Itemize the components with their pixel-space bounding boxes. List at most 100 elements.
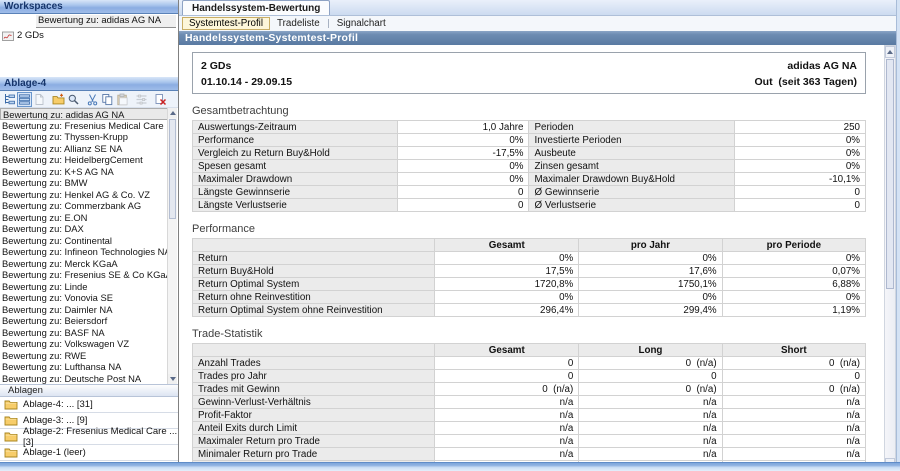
column-header-empty bbox=[193, 344, 435, 357]
stat-value: 0% bbox=[398, 173, 529, 186]
panel-title-bar: Handelssystem-Systemtest-Profil bbox=[179, 31, 900, 45]
stat-label: Return bbox=[193, 252, 435, 265]
subtab-tradeliste[interactable]: Tradeliste bbox=[270, 17, 327, 30]
stat-value: 1,19% bbox=[722, 304, 865, 317]
new-document-button[interactable] bbox=[32, 92, 47, 107]
stat-label: Performance bbox=[193, 134, 398, 147]
search-icon bbox=[67, 93, 80, 106]
ablagen-folder-list: Ablage-4: ... [31]Ablage-3: ... [9]Ablag… bbox=[0, 397, 178, 461]
workspaces-header: Workspaces bbox=[0, 0, 178, 14]
section-title-gesamtbetrachtung: Gesamtbetrachtung bbox=[192, 105, 866, 117]
stat-value: n/a bbox=[579, 448, 722, 461]
stat-value: 17,5% bbox=[435, 265, 579, 278]
list-item[interactable]: Bewertung zu: adidas AG NA bbox=[0, 108, 168, 120]
list-item[interactable]: Bewertung zu: Fresenius SE & Co KGaA bbox=[0, 269, 168, 281]
table-row: Trades mit Gewinn0 (n/a)0 (n/a)0 (n/a) bbox=[193, 383, 866, 396]
list-item[interactable]: Bewertung zu: RWE bbox=[0, 350, 168, 362]
subtab-systemtest-profil[interactable]: Systemtest-Profil bbox=[182, 17, 270, 30]
list-item[interactable]: Bewertung zu: Merck KGaA bbox=[0, 258, 168, 270]
list-item[interactable]: Bewertung zu: BASF NA bbox=[0, 327, 168, 339]
list-item[interactable]: Bewertung zu: Daimler NA bbox=[0, 304, 168, 316]
stat-label: Ø Gewinnserie bbox=[529, 186, 734, 199]
list-view-icon bbox=[18, 93, 31, 106]
stat-value: 0% bbox=[398, 134, 529, 147]
ablage-header: Ablage-4 bbox=[0, 77, 178, 91]
list-item[interactable]: Bewertung zu: DAX bbox=[0, 223, 168, 235]
list-item[interactable]: Bewertung zu: E.ON bbox=[0, 212, 168, 224]
arrow-up-icon bbox=[887, 50, 893, 54]
stat-value: 250 bbox=[734, 121, 865, 134]
table-row: Maximaler Drawdown0%Maximaler Drawdown B… bbox=[193, 173, 866, 186]
system-name: 2 GDs bbox=[201, 58, 292, 74]
main-scrollbar-thumb[interactable] bbox=[886, 59, 894, 289]
tab-strip: Handelssystem-Bewertung bbox=[179, 0, 900, 16]
table-row: Gewinn-Verlust-Verhältnisn/an/an/a bbox=[193, 396, 866, 409]
list-item[interactable]: Bewertung zu: Volkswagen VZ bbox=[0, 338, 168, 350]
stat-label: Maximaler Drawdown Buy&Hold bbox=[529, 173, 734, 186]
table-row: Anteil Exits durch Limitn/an/an/a bbox=[193, 422, 866, 435]
properties-button[interactable] bbox=[134, 92, 149, 107]
paste-button[interactable] bbox=[115, 92, 130, 107]
stat-value: 0 (n/a) bbox=[579, 357, 722, 370]
gesamtbetrachtung-table: Auswertungs-Zeitraum1,0 JahrePerioden250… bbox=[192, 120, 866, 212]
window-bottom-border bbox=[0, 462, 900, 471]
list-item[interactable]: Bewertung zu: Vonovia SE bbox=[0, 292, 168, 304]
table-row: Trades pro Jahr000 bbox=[193, 370, 866, 383]
workspace-item[interactable]: 2 GDs bbox=[2, 29, 178, 42]
list-scrollbar-thumb[interactable] bbox=[169, 119, 176, 219]
stat-value: n/a bbox=[579, 435, 722, 448]
table-row: Performance0%Investierte Perioden0% bbox=[193, 134, 866, 147]
list-view-button[interactable] bbox=[17, 92, 32, 107]
list-item[interactable]: Bewertung zu: Thyssen-Krupp bbox=[0, 131, 168, 143]
new-folder-button[interactable] bbox=[51, 92, 66, 107]
folder-row[interactable]: Ablage-4: ... [31] bbox=[0, 397, 178, 413]
list-item[interactable]: Bewertung zu: Beiersdorf bbox=[0, 315, 168, 327]
list-item[interactable]: Bewertung zu: HeidelbergCement bbox=[0, 154, 168, 166]
cut-button[interactable] bbox=[85, 92, 100, 107]
delete-button[interactable] bbox=[153, 92, 168, 107]
list-item[interactable]: Bewertung zu: Linde bbox=[0, 281, 168, 293]
stat-label: Längste Gewinnserie bbox=[193, 186, 398, 199]
table-row: Längste Verlustserie0Ø Verlustserie0 bbox=[193, 199, 866, 212]
subtab-signalchart[interactable]: Signalchart bbox=[330, 17, 393, 30]
list-item[interactable]: Bewertung zu: K+S AG NA bbox=[0, 166, 168, 178]
list-item[interactable]: Bewertung zu: Henkel AG & Co. VZ bbox=[0, 189, 168, 201]
list-item[interactable]: Bewertung zu: Deutsche Post NA bbox=[0, 373, 168, 385]
stat-value: 0 (n/a) bbox=[435, 383, 579, 396]
arrow-down-icon bbox=[170, 377, 176, 381]
stat-label: Längste Verlustserie bbox=[193, 199, 398, 212]
stat-value: n/a bbox=[579, 409, 722, 422]
list-item[interactable]: Bewertung zu: Fresenius Medical Care bbox=[0, 120, 168, 132]
list-scroll-down-button[interactable] bbox=[168, 374, 177, 384]
stat-value: 0% bbox=[435, 291, 579, 304]
table-row: Return0%0%0% bbox=[193, 252, 866, 265]
copy-button[interactable] bbox=[100, 92, 115, 107]
list-item[interactable]: Bewertung zu: Commerzbank AG bbox=[0, 200, 168, 212]
folder-label: Ablage-4: ... [31] bbox=[23, 399, 93, 410]
list-item[interactable]: Bewertung zu: Allianz SE NA bbox=[0, 143, 168, 155]
list-item[interactable]: Bewertung zu: BMW bbox=[0, 177, 168, 189]
stat-value: 1,0 Jahre bbox=[398, 121, 529, 134]
column-header: Gesamt bbox=[435, 239, 579, 252]
search-button[interactable] bbox=[66, 92, 81, 107]
list-item[interactable]: Bewertung zu: Lufthansa NA bbox=[0, 361, 168, 373]
list-item[interactable]: Bewertung zu: Infineon Technologies NA bbox=[0, 246, 168, 258]
stat-label: Anteil Exits durch Limit bbox=[193, 422, 435, 435]
main-scrollbar[interactable] bbox=[884, 45, 896, 471]
summary-right: adidas AG NA Out (seit 363 Tagen) bbox=[755, 58, 858, 93]
stat-value: 0 bbox=[579, 370, 722, 383]
table-row: Return ohne Reinvestition0%0%0% bbox=[193, 291, 866, 304]
list-scroll-up-button[interactable] bbox=[168, 108, 177, 118]
scroll-up-button[interactable] bbox=[885, 46, 895, 58]
ablage-toolbar bbox=[0, 91, 178, 108]
table-row: Return Buy&Hold17,5%17,6%0,07% bbox=[193, 265, 866, 278]
workspace-group-item[interactable]: Bewertung zu: adidas AG NA bbox=[36, 15, 176, 28]
instrument-name: adidas AG NA bbox=[755, 58, 858, 74]
tab-handelssystem-bewertung[interactable]: Handelssystem-Bewertung bbox=[182, 0, 330, 15]
folder-row[interactable]: Ablage-2: Fresenius Medical Care ... [3] bbox=[0, 429, 178, 445]
list-scrollbar[interactable] bbox=[167, 108, 177, 384]
stat-value: n/a bbox=[722, 409, 865, 422]
stat-value: 0,07% bbox=[722, 265, 865, 278]
tree-view-button[interactable] bbox=[2, 92, 17, 107]
list-item[interactable]: Bewertung zu: Continental bbox=[0, 235, 168, 247]
